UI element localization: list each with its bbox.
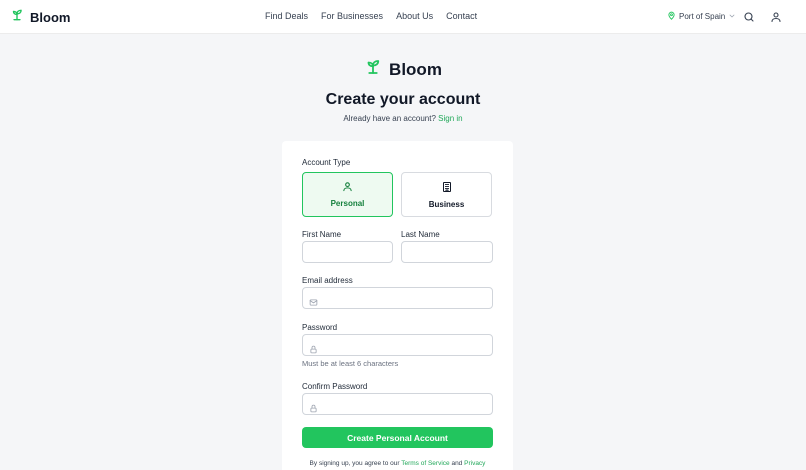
sign-in-link[interactable]: Sign in	[438, 114, 462, 123]
last-name-label: Last Name	[401, 230, 440, 239]
terms-notice: By signing up, you agree to our Terms of…	[282, 460, 513, 467]
confirm-password-label: Confirm Password	[302, 382, 368, 391]
signin-prompt: Already have an account? Sign in	[0, 114, 806, 123]
nav-contact[interactable]: Contact	[446, 11, 477, 21]
email-label: Email address	[302, 276, 353, 285]
nav-for-businesses[interactable]: For Businesses	[321, 11, 383, 21]
map-pin-icon	[667, 11, 676, 22]
last-name-input[interactable]	[402, 242, 492, 263]
top-nav-bar: Bloom Find Deals For Businesses About Us…	[0, 0, 806, 34]
chevron-down-icon	[728, 12, 736, 22]
mail-icon	[309, 294, 318, 312]
terms-of-service-link[interactable]: Terms of Service	[401, 460, 449, 467]
terms-and: and	[451, 460, 463, 467]
page-brand-name: Bloom	[389, 59, 442, 79]
brand-name: Bloom	[30, 10, 71, 25]
terms-prefix: By signing up, you agree to our	[309, 460, 400, 467]
account-type-personal-label: Personal	[330, 199, 365, 208]
account-type-business-label: Business	[428, 199, 465, 209]
account-type-personal[interactable]: Personal	[302, 172, 393, 217]
password-label: Password	[302, 323, 338, 332]
account-type-business[interactable]: Business	[401, 172, 492, 217]
first-name-label: First Name	[302, 230, 342, 239]
brand-logo[interactable]: Bloom	[10, 8, 70, 27]
main-nav: Find Deals For Businesses About Us Conta…	[265, 11, 477, 21]
email-field[interactable]	[302, 287, 493, 309]
location-selector[interactable]: Port of Spain	[667, 11, 736, 22]
privacy-link[interactable]: Privacy	[464, 460, 485, 467]
building-icon	[441, 181, 453, 195]
password-input[interactable]	[303, 335, 492, 356]
last-name-field[interactable]	[401, 241, 493, 263]
lock-icon	[309, 341, 318, 359]
location-label: Port of Spain	[679, 12, 726, 21]
account-type-label: Account Type	[302, 158, 351, 167]
first-name-input[interactable]	[303, 242, 392, 263]
lock-icon	[309, 400, 318, 418]
nav-find-deals[interactable]: Find Deals	[265, 11, 308, 21]
password-field[interactable]	[302, 334, 493, 356]
email-input[interactable]	[303, 288, 492, 309]
page-logo: Bloom	[0, 58, 806, 81]
password-hint: Must be at least 6 characters	[302, 359, 399, 368]
search-icon[interactable]	[743, 10, 755, 28]
create-account-button[interactable]: Create Personal Account	[302, 427, 493, 448]
user-icon[interactable]	[770, 10, 782, 28]
first-name-field[interactable]	[302, 241, 393, 263]
confirm-password-field[interactable]	[302, 393, 493, 415]
nav-about-us[interactable]: About Us	[396, 11, 433, 21]
sprout-icon	[364, 58, 382, 81]
confirm-password-input[interactable]	[303, 394, 492, 415]
page-title: Create your account	[325, 91, 481, 108]
sprout-icon	[10, 8, 24, 27]
person-icon	[342, 181, 353, 194]
signin-prompt-text: Already have an account?	[343, 114, 436, 123]
